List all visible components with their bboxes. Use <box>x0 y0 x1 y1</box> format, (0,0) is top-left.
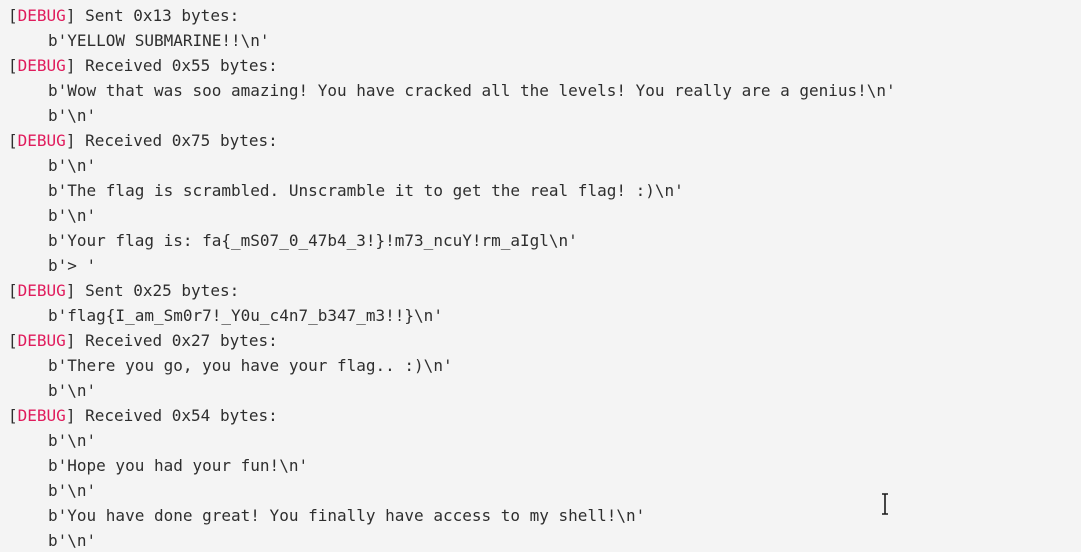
data-line: b'You have done great! You finally have … <box>48 506 646 525</box>
bracket-open: [ <box>8 6 18 25</box>
bracket-close: ] <box>65 131 76 150</box>
debug-header-line: [DEBUG] Received 0x54 bytes: <box>0 403 1081 428</box>
data-line: b'The flag is scrambled. Unscramble it t… <box>48 181 684 200</box>
debug-tag: DEBUG <box>17 406 66 425</box>
debug-tag: DEBUG <box>17 131 66 150</box>
data-line: b'There you go, you have your flag.. :)\… <box>48 356 453 375</box>
data-line: b'flag{I_am_Sm0r7!_Y0u_c4n7_b347_m3!!}\n… <box>48 306 443 325</box>
bracket-open: [ <box>8 56 18 75</box>
data-line: b'Your flag is: fa{_mS07_0_47b4_3!}!m73_… <box>48 231 578 250</box>
debug-message: Received 0x55 bytes: <box>75 56 278 75</box>
debug-message: Received 0x75 bytes: <box>75 131 278 150</box>
debug-message: Received 0x27 bytes: <box>75 331 278 350</box>
bracket-open: [ <box>8 131 18 150</box>
bracket-open: [ <box>8 406 18 425</box>
debug-tag: DEBUG <box>17 281 66 300</box>
data-line: b'\n' <box>48 206 97 225</box>
data-line: b'\n' <box>48 481 97 500</box>
debug-message: Received 0x54 bytes: <box>75 406 278 425</box>
data-line: b'\n' <box>48 106 97 125</box>
debug-header-line: [DEBUG] Sent 0x25 bytes: <box>0 278 1081 303</box>
debug-header-line: [DEBUG] Sent 0x13 bytes: <box>0 3 1081 28</box>
bracket-open: [ <box>8 331 18 350</box>
debug-header-line: [DEBUG] Received 0x27 bytes: <box>0 328 1081 353</box>
bracket-close: ] <box>65 6 76 25</box>
bracket-open: [ <box>8 281 18 300</box>
bracket-close: ] <box>65 331 76 350</box>
bracket-close: ] <box>65 406 76 425</box>
debug-tag: DEBUG <box>17 331 66 350</box>
bracket-close: ] <box>65 56 76 75</box>
data-line: b'YELLOW SUBMARINE!!\n' <box>48 31 270 50</box>
terminal-window[interactable]: [DEBUG] Sent 0x13 bytes: b'YELLOW SUBMARI… <box>0 0 1081 552</box>
data-line: b'Wow that was soo amazing! You have cra… <box>48 81 896 100</box>
debug-header-line: [DEBUG] Received 0x75 bytes: <box>0 128 1081 153</box>
bracket-close: ] <box>65 281 76 300</box>
data-line: b'\n' <box>48 531 97 550</box>
debug-tag: DEBUG <box>17 6 66 25</box>
debug-message: Sent 0x25 bytes: <box>75 281 240 300</box>
data-line: b'\n' <box>48 431 97 450</box>
data-line: b'\n' <box>48 381 97 400</box>
data-line: b'> ' <box>48 256 97 275</box>
terminal-output: [DEBUG] Sent 0x13 bytes: b'YELLOW SUBMARI… <box>0 3 1081 552</box>
text-cursor-icon <box>882 493 888 515</box>
data-line: b'Hope you had your fun!\n' <box>48 456 309 475</box>
debug-header-line: [DEBUG] Received 0x55 bytes: <box>0 53 1081 78</box>
debug-message: Sent 0x13 bytes: <box>75 6 240 25</box>
debug-tag: DEBUG <box>17 56 66 75</box>
data-line: b'\n' <box>48 156 97 175</box>
